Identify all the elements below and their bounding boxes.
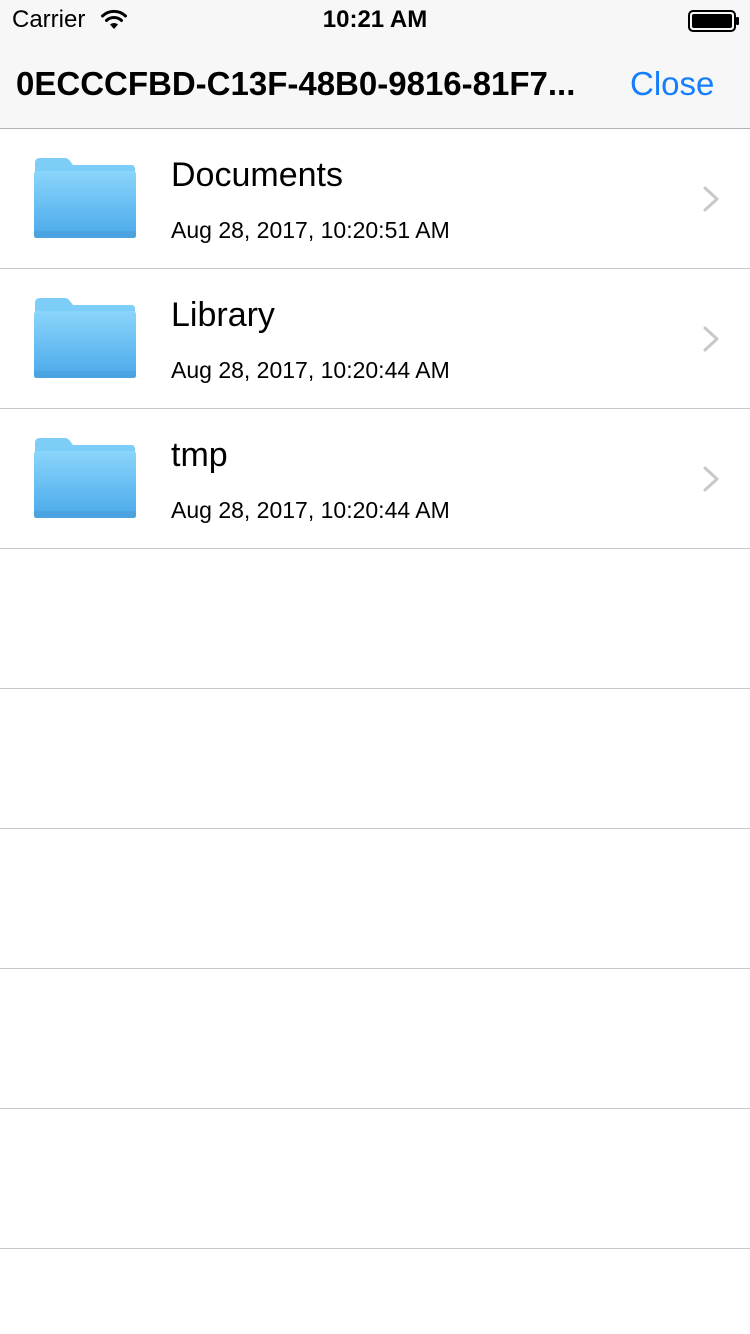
empty-row bbox=[0, 549, 750, 689]
empty-row bbox=[0, 1109, 750, 1249]
chevron-right-icon bbox=[703, 466, 719, 492]
file-date: Aug 28, 2017, 10:20:44 AM bbox=[171, 497, 450, 523]
file-row-tmp[interactable]: tmp Aug 28, 2017, 10:20:44 AM bbox=[0, 409, 750, 549]
status-bar: Carrier 10:21 AM bbox=[0, 0, 750, 40]
empty-row bbox=[0, 829, 750, 969]
chevron-right-icon bbox=[703, 326, 719, 352]
folder-icon bbox=[34, 158, 136, 238]
file-name: Documents bbox=[171, 156, 343, 194]
file-date: Aug 28, 2017, 10:20:44 AM bbox=[171, 357, 450, 383]
empty-row bbox=[0, 969, 750, 1109]
folder-icon bbox=[34, 438, 136, 518]
folder-icon bbox=[34, 298, 136, 378]
close-button[interactable]: Close bbox=[630, 64, 730, 104]
file-date: Aug 28, 2017, 10:20:51 AM bbox=[171, 217, 450, 243]
chevron-right-icon bbox=[703, 186, 719, 212]
status-time: 10:21 AM bbox=[322, 6, 428, 33]
file-row-documents[interactable]: Documents Aug 28, 2017, 10:20:51 AM bbox=[0, 129, 750, 269]
file-name: Library bbox=[171, 296, 275, 334]
file-row-library[interactable]: Library Aug 28, 2017, 10:20:44 AM bbox=[0, 269, 750, 409]
file-list: Documents Aug 28, 2017, 10:20:51 AM Libr… bbox=[0, 129, 750, 1249]
nav-title: 0ECCCFBD-C13F-48B0-9816-81F7... bbox=[16, 65, 576, 102]
file-name: tmp bbox=[171, 436, 228, 474]
navigation-bar: 0ECCCFBD-C13F-48B0-9816-81F7... Close bbox=[0, 40, 750, 129]
empty-row bbox=[0, 689, 750, 829]
battery-full-icon bbox=[688, 10, 739, 32]
